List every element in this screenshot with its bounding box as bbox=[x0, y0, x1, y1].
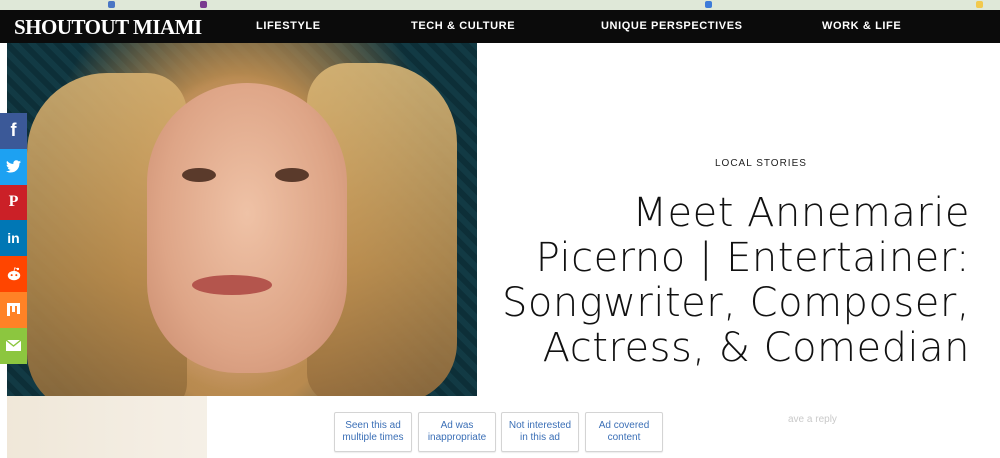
bookmark-icon[interactable] bbox=[108, 1, 115, 8]
site-navbar: SHOUTOUT MIAMI LIFESTYLE TECH & CULTURE … bbox=[0, 10, 1000, 43]
facebook-share-button[interactable]: f bbox=[0, 113, 27, 149]
pinterest-icon: P bbox=[8, 193, 19, 211]
headline-line: Picerno | Entertainer: bbox=[535, 235, 970, 281]
twitter-share-button[interactable] bbox=[0, 148, 27, 185]
bookmark-icon[interactable] bbox=[200, 1, 207, 8]
reddit-icon bbox=[6, 267, 22, 281]
reddit-share-button[interactable] bbox=[0, 256, 27, 292]
face-shape bbox=[147, 83, 347, 373]
social-share-bar: f P in bbox=[0, 113, 27, 364]
nav-item-unique-perspectives[interactable]: UNIQUE PERSPECTIVES bbox=[601, 20, 743, 32]
ad-option-not-interested[interactable]: Not interested in this ad bbox=[501, 412, 579, 452]
eye-shape bbox=[275, 168, 309, 182]
email-share-button[interactable] bbox=[0, 327, 27, 364]
eye-shape bbox=[182, 168, 216, 182]
pinterest-share-button[interactable]: P bbox=[0, 184, 27, 221]
twitter-icon bbox=[6, 160, 21, 173]
linkedin-share-button[interactable]: in bbox=[0, 220, 27, 257]
hero-portrait-image bbox=[7, 43, 477, 396]
ad-option-inappropriate[interactable]: Ad was inappropriate bbox=[418, 412, 496, 452]
headline-line: Songwriter, Composer, bbox=[502, 280, 970, 326]
ad-option-covered-content[interactable]: Ad covered content bbox=[585, 412, 663, 452]
nav-item-tech-culture[interactable]: TECH & CULTURE bbox=[411, 20, 515, 32]
article-category[interactable]: LOCAL STORIES bbox=[715, 158, 807, 169]
headline-line: Meet Annemarie bbox=[632, 190, 970, 236]
bookmark-icon[interactable] bbox=[976, 1, 983, 8]
photo-bleed bbox=[7, 396, 207, 458]
ad-feedback-overlay: ave a reply Seen this ad multiple times … bbox=[0, 396, 1000, 458]
mix-share-button[interactable] bbox=[0, 291, 27, 328]
bookmark-icon[interactable] bbox=[705, 1, 712, 8]
facebook-icon: f bbox=[10, 120, 17, 141]
nav-item-lifestyle[interactable]: LIFESTYLE bbox=[256, 20, 321, 32]
lips-shape bbox=[192, 275, 272, 295]
headline-line: Actress, & Comedian bbox=[542, 325, 970, 371]
mix-icon bbox=[7, 303, 20, 317]
ad-option-seen-multiple-times[interactable]: Seen this ad multiple times bbox=[334, 412, 412, 452]
site-logo[interactable]: SHOUTOUT MIAMI bbox=[14, 15, 202, 40]
email-icon bbox=[6, 340, 21, 352]
article-headline: Meet Annemarie Picerno | Entertainer: So… bbox=[500, 191, 970, 371]
linkedin-icon: in bbox=[7, 230, 20, 247]
nav-item-work-life[interactable]: WORK & LIFE bbox=[822, 20, 901, 32]
leave-reply-text: ave a reply bbox=[788, 414, 837, 425]
